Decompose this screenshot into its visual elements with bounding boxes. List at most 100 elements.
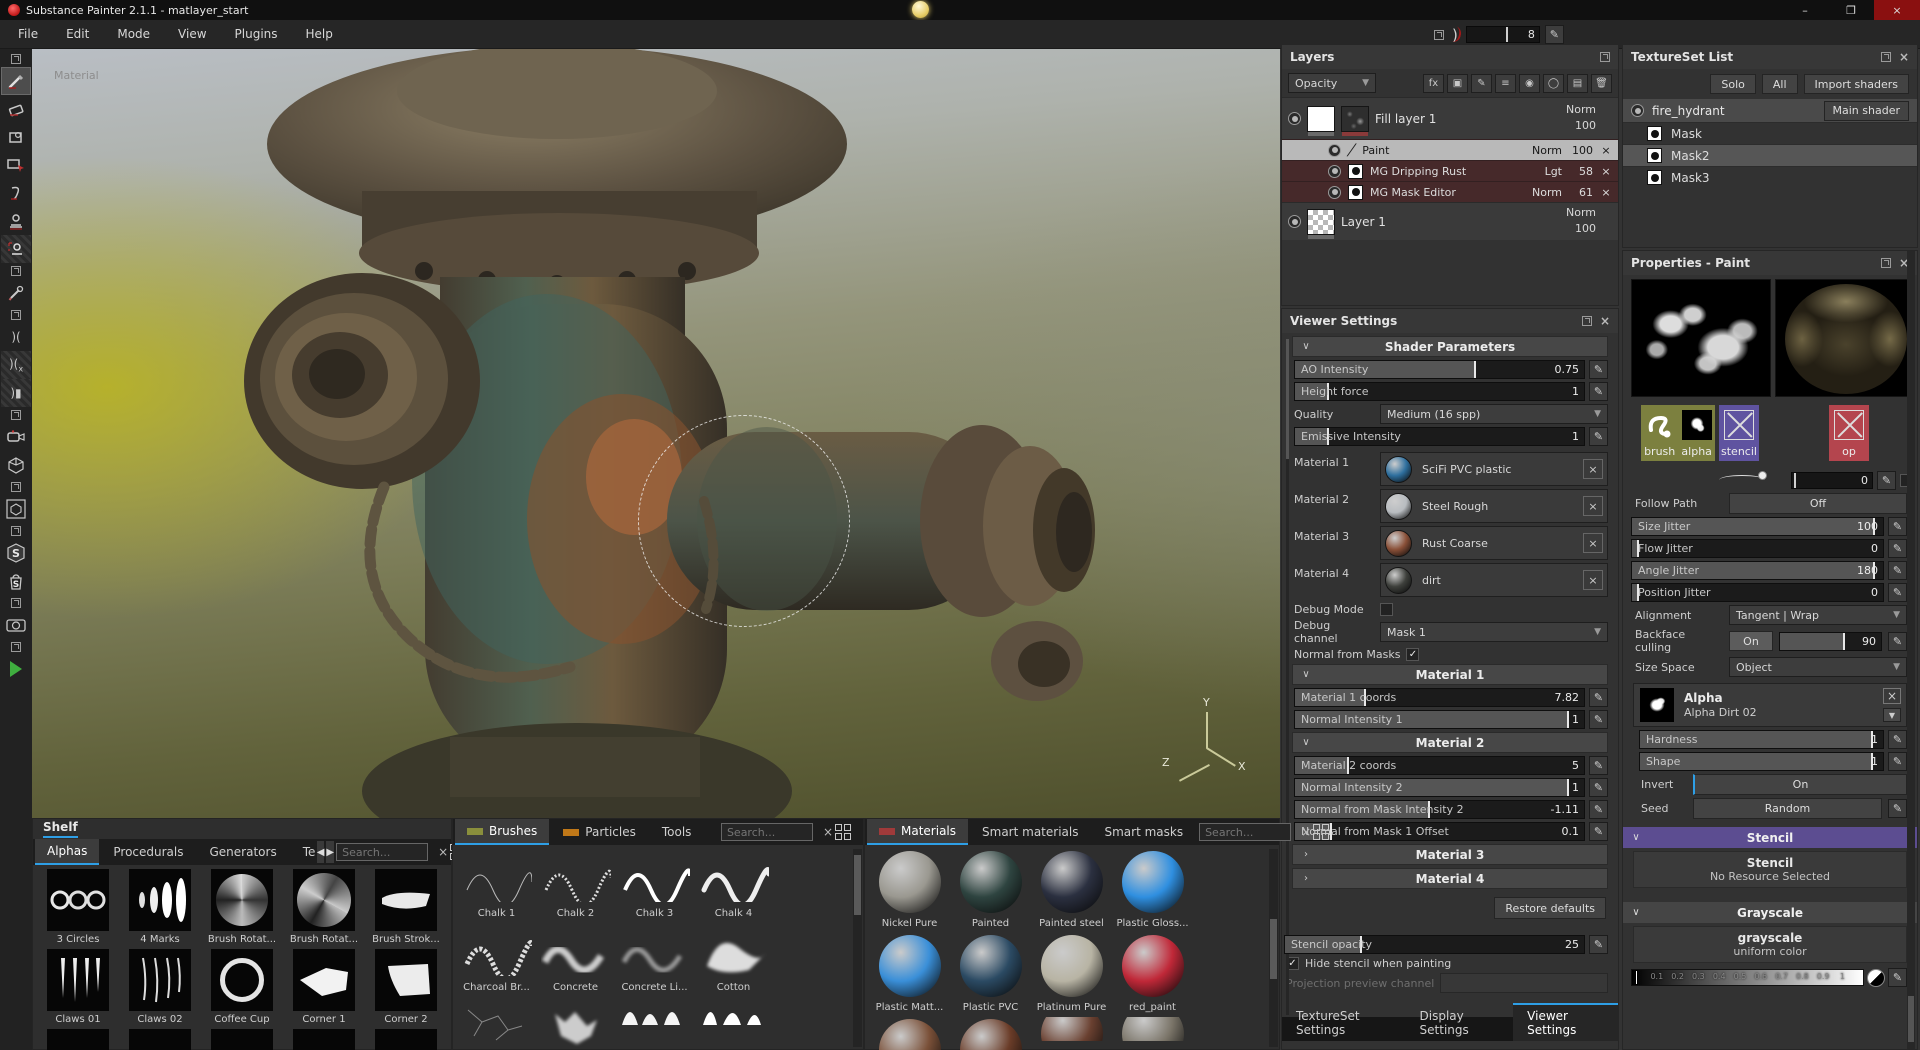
scrollbar[interactable] <box>1286 339 1289 1015</box>
clear-resource-button[interactable]: × <box>1583 533 1603 553</box>
clear-alpha-button[interactable]: × <box>1883 688 1901 704</box>
tab-textures[interactable]: Textures <box>291 840 315 864</box>
edit-value-button[interactable]: ✎ <box>1888 799 1907 818</box>
maximize-button[interactable]: ❐ <box>1828 0 1874 20</box>
effect-blend[interactable]: Lgt <box>1528 165 1562 178</box>
tab-smart-masks[interactable]: Smart masks <box>1092 820 1195 844</box>
popout-icon[interactable] <box>1 595 31 611</box>
shader-parameters-section[interactable]: ∨ Shader Parameters <box>1292 336 1608 357</box>
material-1-resource[interactable]: SciFi PVC plastic × <box>1380 452 1608 486</box>
alignment-dropdown[interactable]: Tangent | Wrap▼ <box>1729 605 1907 625</box>
alpha-thumbnail-small[interactable] <box>1678 405 1715 445</box>
add-layer-button[interactable]: ≡ <box>1495 74 1516 93</box>
material-2-section[interactable]: ∨ Material 2 <box>1292 732 1608 753</box>
brush-size-slider[interactable]: 8 <box>1466 26 1540 43</box>
effect-opacity[interactable]: 100 <box>1569 144 1593 157</box>
tab-smart-materials[interactable]: Smart materials <box>970 820 1090 844</box>
channel-row-mask[interactable]: Mask <box>1623 122 1917 144</box>
edit-value-button[interactable]: ✎ <box>1888 968 1907 987</box>
edit-value-button[interactable]: ✎ <box>1589 688 1608 707</box>
blend-mode-dropdown[interactable]: Opacity▼ <box>1288 73 1376 93</box>
tab-particles[interactable]: Particles <box>551 820 648 844</box>
eraser-effect-button[interactable]: ✎ <box>1471 74 1492 93</box>
popout-icon[interactable] <box>1434 30 1444 40</box>
clear-resource-button[interactable]: × <box>1583 570 1603 590</box>
symmetry-mirror-tool[interactable]: )▮ <box>1 379 31 407</box>
shelf-item[interactable]: Corner 2 <box>365 949 447 1027</box>
grid-view-icon[interactable] <box>1313 824 1329 840</box>
backface-culling-toggle[interactable]: On <box>1729 631 1773 651</box>
debug-channel-dropdown[interactable]: Mask 1▼ <box>1380 622 1608 642</box>
material-item[interactable]: Platinum Pure <box>1031 933 1112 1015</box>
tab-materials[interactable]: Materials <box>867 819 968 845</box>
materials-search-input[interactable] <box>1199 823 1291 841</box>
eraser-tool[interactable] <box>1 95 31 123</box>
stencil-opacity-slider[interactable]: Stencil opacity 25 <box>1284 935 1585 954</box>
clear-resource-button[interactable]: × <box>1583 496 1603 516</box>
material-2-coords-slider[interactable]: Material 2 coords 5 <box>1294 756 1585 775</box>
visibility-toggle[interactable] <box>1328 144 1341 157</box>
gradient-handle[interactable] <box>1635 970 1638 985</box>
hardness-slider[interactable]: Hardness 1 <box>1639 730 1884 749</box>
tab-scroll-left-icon[interactable]: ◀ <box>317 841 325 863</box>
popout-icon[interactable] <box>1881 52 1891 62</box>
shelf-item[interactable]: Claws 01 <box>37 949 119 1027</box>
menu-edit[interactable]: Edit <box>54 23 101 45</box>
layer-row-fill-layer-1[interactable]: Fill layer 1 Norm 100 <box>1282 97 1618 139</box>
backface-angle-slider[interactable]: 90 <box>1779 632 1882 651</box>
substance-source-icon[interactable]: S <box>1 539 31 567</box>
menu-help[interactable]: Help <box>294 23 345 45</box>
substance-share-icon[interactable]: S <box>1 567 31 595</box>
height-force-slider[interactable]: Height force 1 <box>1294 382 1585 401</box>
plugin-play-icon[interactable] <box>1 655 31 683</box>
alpha-options-dropdown[interactable]: ▼ <box>1883 708 1901 722</box>
shelf-item[interactable]: Brush Strok... <box>365 869 447 947</box>
brush-size-edit-button[interactable]: ✎ <box>1545 25 1564 44</box>
material-item[interactable]: Painted <box>950 849 1031 931</box>
visibility-toggle[interactable] <box>1631 104 1644 117</box>
material-item-partial[interactable] <box>1112 1017 1193 1050</box>
alpha-resource-box[interactable]: Alpha Alpha Dirt 02 × ▼ <box>1633 683 1907 727</box>
layer-row-mg-mask-editor[interactable]: MG Mask Editor Norm 61 × <box>1282 181 1618 202</box>
grayscale-mode-box[interactable]: grayscale uniform color <box>1633 926 1907 963</box>
rotation-dial[interactable] <box>1719 465 1765 505</box>
clear-resource-button[interactable]: × <box>1583 459 1603 479</box>
edit-value-button[interactable]: ✎ <box>1888 583 1907 602</box>
popout-icon[interactable] <box>1 523 31 539</box>
normal-from-mask-1-offset-slider[interactable]: Normal from Mask 1 Offset 0.1 <box>1294 822 1585 841</box>
popout-icon[interactable] <box>1 407 31 423</box>
layer-row-layer-1[interactable]: Layer 1 Norm 100 <box>1282 202 1618 240</box>
material-item[interactable]: Nickel Pure <box>869 849 950 931</box>
tab-procedurals[interactable]: Procedurals <box>101 840 195 864</box>
shelf-item-partial[interactable] <box>283 1029 365 1050</box>
brush-item[interactable]: Concrete <box>536 923 615 995</box>
shelf-item[interactable]: Coffee Cup <box>201 949 283 1027</box>
layer-opacity[interactable]: 100 <box>1575 222 1596 235</box>
material-item[interactable]: Plastic PVC <box>950 933 1031 1015</box>
popout-icon[interactable] <box>1600 52 1610 62</box>
edit-value-button[interactable]: ✎ <box>1589 800 1608 819</box>
popout-icon[interactable] <box>1 307 31 323</box>
edit-value-button[interactable]: ✎ <box>1589 822 1608 841</box>
brush-item[interactable]: Chalk 4 <box>694 849 773 921</box>
clear-search-icon[interactable]: × <box>823 825 833 839</box>
edit-value-button[interactable]: ✎ <box>1888 561 1907 580</box>
scrollbar[interactable] <box>853 849 862 1047</box>
material-item[interactable]: Rust Coarse <box>869 1017 950 1050</box>
close-button[interactable]: × <box>1874 0 1920 20</box>
material-item[interactable]: red_paint <box>1112 933 1193 1015</box>
material-item[interactable]: Rust Fine <box>950 1017 1031 1050</box>
shelf-item[interactable]: Brush Rotat... <box>201 869 283 947</box>
layer-blend[interactable]: Norm <box>1566 206 1596 219</box>
edit-value-button[interactable]: ✎ <box>1589 935 1608 954</box>
tab-display-settings[interactable]: Display Settings <box>1406 1005 1514 1041</box>
iray-render-tool[interactable] <box>1 611 31 639</box>
add-fill-button[interactable]: ▣ <box>1447 74 1468 93</box>
brush-item[interactable]: Cotton <box>694 923 773 995</box>
edit-value-button[interactable]: ✎ <box>1589 427 1608 446</box>
alpha-preview-thumbnail[interactable] <box>1631 279 1771 397</box>
visibility-toggle[interactable] <box>1328 165 1341 178</box>
shelf-item[interactable]: Claws 02 <box>119 949 201 1027</box>
edit-value-button[interactable]: ✎ <box>1589 778 1608 797</box>
tab-tools[interactable]: Tools <box>650 820 704 844</box>
